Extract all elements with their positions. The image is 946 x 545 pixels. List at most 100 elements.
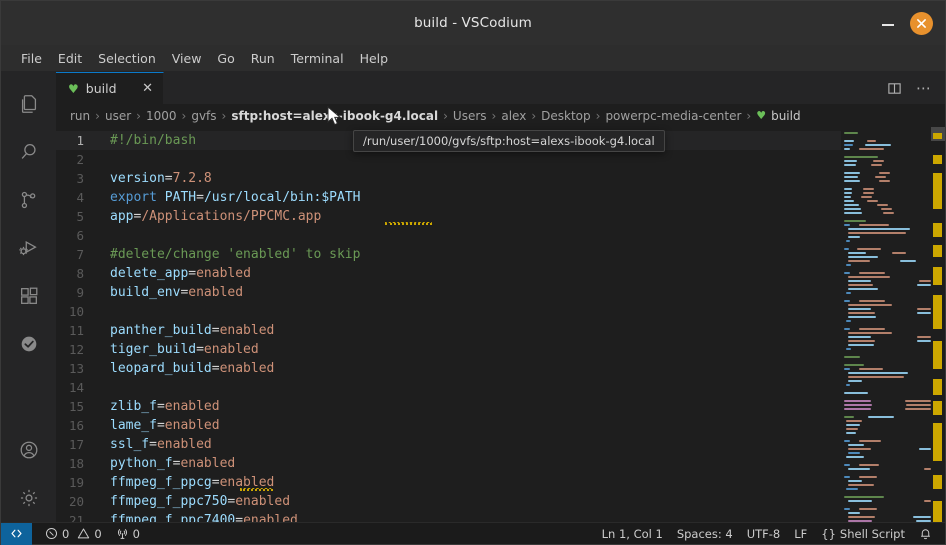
menu-file[interactable]: File [13, 48, 50, 69]
breadcrumb-separator: › [131, 109, 146, 123]
breadcrumb-item-build-label: build [771, 109, 801, 123]
activity-item-settings[interactable] [1, 474, 56, 522]
code-line[interactable]: 17ssl_f=enabled [56, 435, 841, 454]
activity-item-extensions[interactable] [1, 272, 56, 320]
menu-help[interactable]: Help [352, 48, 397, 69]
code-line[interactable]: 12tiger_build=enabled [56, 340, 841, 359]
minimap-segment [846, 264, 851, 266]
more-actions-button[interactable]: ⋯ [916, 79, 931, 97]
line-number: 8 [56, 264, 110, 283]
account-icon [18, 439, 40, 461]
activity-item-run-and-debug[interactable] [1, 224, 56, 272]
overview-warning-mark [933, 223, 942, 237]
line-text: leopard_build=enabled [110, 359, 841, 378]
minimap-segment [917, 308, 931, 310]
line-text: export PATH=/usr/local/bin:$PATH [110, 188, 841, 207]
minimap-segment [859, 368, 883, 370]
code-surface[interactable]: 1#!/bin/bash23version=7.2.84export PATH=… [56, 127, 841, 522]
minimap[interactable] [841, 127, 931, 522]
minimap-segment [906, 404, 931, 406]
line-number: 9 [56, 283, 110, 302]
tab-close-button[interactable]: ✕ [128, 81, 153, 96]
code-line[interactable]: 3version=7.2.8 [56, 169, 841, 188]
code-line[interactable]: 8delete_app=enabled [56, 264, 841, 283]
code-line[interactable]: 10 [56, 302, 841, 321]
code-line[interactable]: 2 [56, 150, 841, 169]
language-label: Shell Script [840, 527, 905, 541]
minimap-segment [848, 332, 892, 334]
code-line[interactable]: 5app=/Applications/PPCMC.app [56, 207, 841, 226]
activity-item-explorer[interactable] [1, 80, 56, 128]
language-mode-status[interactable]: {} Shell Script [814, 523, 912, 545]
breadcrumb-item-run[interactable]: run [70, 109, 90, 123]
ports-count: 0 [133, 527, 140, 541]
activity-item-testing[interactable] [1, 320, 56, 368]
minimize-button[interactable] [880, 15, 896, 31]
breadcrumb-item-build[interactable]: ♥ build [756, 109, 800, 123]
breadcrumb-item-gvfs[interactable]: gvfs [191, 109, 216, 123]
code-line[interactable]: 16lame_f=enabled [56, 416, 841, 435]
notifications-button[interactable] [912, 523, 939, 545]
line-number: 4 [56, 188, 110, 207]
menu-terminal[interactable]: Terminal [283, 48, 352, 69]
token-var: ffmpeg_f_ppc750 [110, 494, 227, 509]
token-plain: = [157, 399, 165, 414]
code-line[interactable]: 21ffmpeg_f_ppc7400=enabled [56, 511, 841, 522]
code-line[interactable]: 9build_env=enabled [56, 283, 841, 302]
breadcrumb-separator: › [177, 109, 192, 123]
minimap-segment [916, 520, 931, 522]
breadcrumb-item-alex[interactable]: alex [501, 109, 526, 123]
window-title: build - VSCodium [1, 15, 945, 31]
code-line[interactable]: 11panther_build=enabled [56, 321, 841, 340]
code-line[interactable]: 6 [56, 226, 841, 245]
overview-warning-mark [933, 267, 942, 285]
menu-view[interactable]: View [164, 48, 210, 69]
minimap-segment [859, 272, 885, 274]
code-line[interactable]: 13leopard_build=enabled [56, 359, 841, 378]
code-line[interactable]: 7#delete/change 'enabled' to skip [56, 245, 841, 264]
eol-status[interactable]: LF [787, 523, 814, 545]
line-number: 2 [56, 150, 110, 169]
breadcrumb-item-powerpc-media-center[interactable]: powerpc-media-center [605, 109, 741, 123]
workbench-body: ♥ build ✕ ⋯ run › user › [1, 72, 945, 522]
minimap-segment [913, 516, 931, 518]
token-str: enabled [165, 399, 220, 414]
tab-build[interactable]: ♥ build ✕ [56, 72, 164, 104]
token-str: 7.2.8 [173, 171, 212, 186]
line-number: 10 [56, 302, 110, 321]
breadcrumb-item-1000[interactable]: 1000 [146, 109, 177, 123]
breadcrumb-item-user[interactable]: user [105, 109, 131, 123]
token-var: ffmpeg_f_ppc7400 [110, 513, 235, 522]
breadcrumb-item-users[interactable]: Users [453, 109, 487, 123]
activity-item-source-control[interactable] [1, 176, 56, 224]
menu-edit[interactable]: Edit [50, 48, 90, 69]
encoding-status[interactable]: UTF-8 [740, 523, 788, 545]
line-text: ffmpeg_f_ppc7400=enabled [110, 511, 841, 522]
problems-status[interactable]: 0 0 [38, 523, 109, 545]
code-line[interactable]: 4export PATH=/usr/local/bin:$PATH [56, 188, 841, 207]
cursor-position-status[interactable]: Ln 1, Col 1 [595, 523, 670, 545]
breadcrumb-item-sftp-host[interactable]: sftp:host=alexs-ibook-g4.local [231, 109, 438, 123]
indentation-status[interactable]: Spaces: 4 [670, 523, 740, 545]
token-var: /usr/local/bin:$PATH [204, 190, 361, 205]
activity-item-accounts[interactable] [1, 426, 56, 474]
code-line[interactable]: 14 [56, 378, 841, 397]
minimap-segment [879, 180, 890, 182]
code-line[interactable]: 20ffmpeg_f_ppc750=enabled [56, 492, 841, 511]
ports-status[interactable]: 0 [109, 523, 147, 545]
overview-warning-mark [933, 155, 942, 164]
menu-go[interactable]: Go [209, 48, 242, 69]
radio-tower-icon [116, 527, 129, 540]
code-line[interactable]: 19ffmpeg_f_ppcg=enabled [56, 473, 841, 492]
breadcrumb-item-desktop[interactable]: Desktop [541, 109, 591, 123]
menu-selection[interactable]: Selection [90, 48, 164, 69]
menu-run[interactable]: Run [243, 48, 283, 69]
split-editor-button[interactable] [887, 81, 902, 96]
overview-ruler[interactable] [931, 127, 945, 522]
code-line[interactable]: 18python_f=enabled [56, 454, 841, 473]
activity-item-search[interactable] [1, 128, 56, 176]
code-line[interactable]: 15zlib_f=enabled [56, 397, 841, 416]
minimap-segment [859, 476, 877, 478]
close-button[interactable] [910, 12, 933, 35]
remote-indicator[interactable] [1, 523, 32, 545]
